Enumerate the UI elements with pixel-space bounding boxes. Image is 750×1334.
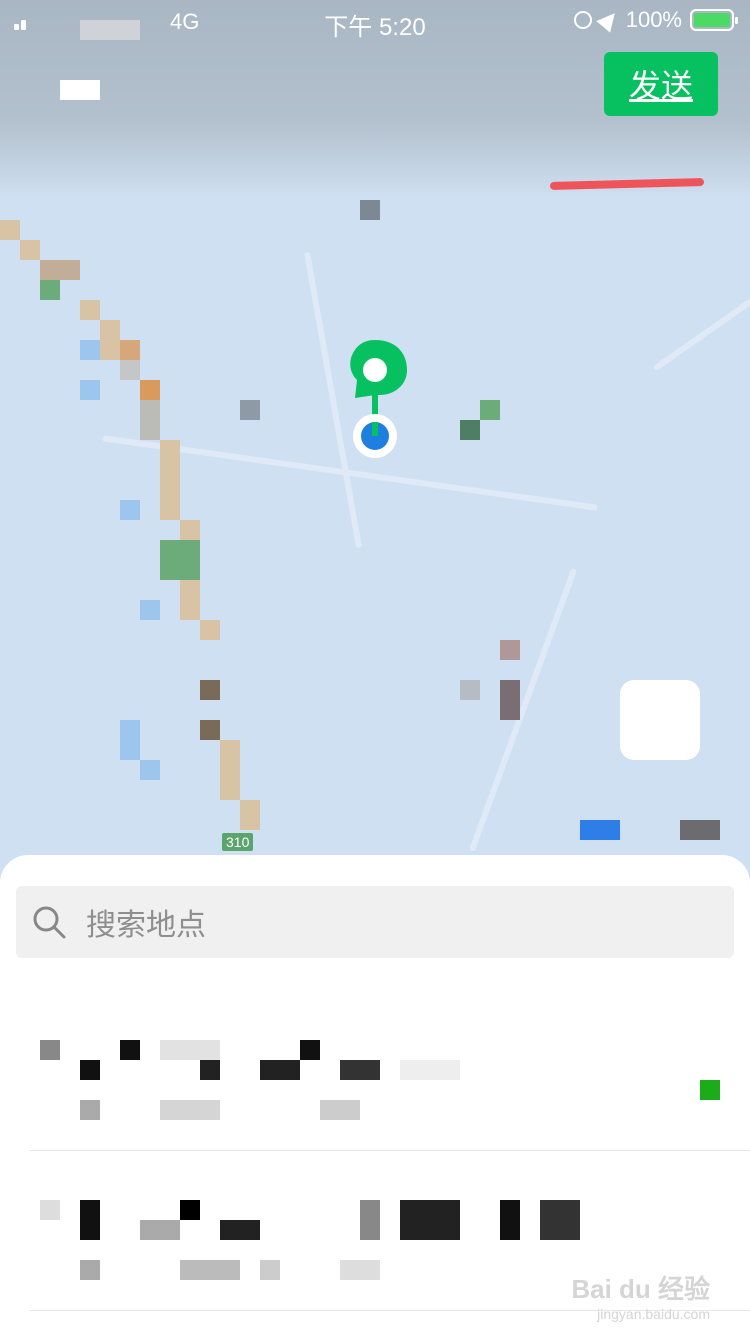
place-address <box>80 1100 100 1120</box>
search-input[interactable]: 搜索地点 <box>16 886 734 958</box>
map-tile <box>160 440 180 520</box>
map-tile <box>460 420 480 440</box>
map-tile <box>160 540 200 580</box>
place-name <box>340 1060 380 1080</box>
map-tile <box>140 380 160 400</box>
map-road <box>468 568 578 852</box>
map-tile <box>240 800 260 830</box>
map-tile <box>0 220 20 240</box>
map-tile <box>80 340 100 360</box>
place-name <box>180 1200 200 1220</box>
place-address <box>160 1100 220 1120</box>
map-tile <box>140 400 160 440</box>
place-name <box>260 1060 300 1080</box>
place-name <box>120 1040 140 1060</box>
road-number-label: 310 <box>222 833 254 851</box>
map-tile <box>500 640 520 660</box>
place-name <box>500 1200 520 1240</box>
map-tile <box>100 320 120 360</box>
place-address <box>340 1260 380 1280</box>
place-name <box>80 1060 100 1080</box>
place-name <box>300 1040 320 1060</box>
place-name <box>40 1040 60 1060</box>
place-address <box>260 1260 280 1280</box>
map-tile <box>480 400 500 420</box>
recenter-button[interactable] <box>620 680 700 760</box>
map-tile <box>580 820 620 840</box>
place-address <box>320 1100 360 1120</box>
map-tile <box>140 600 160 620</box>
map-tile <box>680 820 720 840</box>
place-name <box>220 1220 260 1240</box>
map-tile <box>40 260 80 280</box>
map-tile <box>200 620 220 640</box>
place-name <box>40 1200 60 1220</box>
map-view[interactable]: 310 <box>0 0 750 880</box>
place-name <box>140 1220 180 1240</box>
map-tile <box>460 680 480 700</box>
selected-check-icon <box>700 1080 720 1100</box>
status-bar: 4G 下午 5:20 100% <box>0 0 750 41</box>
bottom-sheet: 搜索地点 Bai du 经验 jingyan.baidu.com <box>0 855 750 1334</box>
map-tile <box>120 500 140 520</box>
battery-charging-icon <box>690 9 738 31</box>
map-tile <box>360 200 380 220</box>
map-road <box>652 274 750 372</box>
map-tile <box>140 760 160 780</box>
place-name <box>400 1060 460 1080</box>
watermark-url: jingyan.baidu.com <box>597 1306 710 1322</box>
place-name <box>540 1200 580 1240</box>
location-pin-icon <box>350 340 407 458</box>
place-name <box>80 1200 100 1240</box>
map-tile <box>220 740 240 800</box>
map-tile <box>40 280 60 300</box>
send-button[interactable]: 发送 <box>604 52 718 116</box>
map-tile <box>120 340 140 360</box>
map-tile <box>180 520 200 540</box>
place-address <box>80 1260 100 1280</box>
map-tile <box>120 720 140 760</box>
place-address <box>180 1260 240 1280</box>
place-name <box>160 1040 220 1060</box>
map-tile <box>120 360 140 380</box>
watermark-brand: Bai du 经验 <box>571 1274 710 1304</box>
list-item[interactable] <box>30 1005 750 1151</box>
place-name <box>400 1200 460 1240</box>
place-name <box>360 1200 380 1240</box>
map-tile <box>500 680 520 720</box>
map-tile <box>240 400 260 420</box>
cancel-button[interactable] <box>60 80 100 100</box>
map-tile <box>200 720 220 740</box>
map-tile <box>180 580 200 620</box>
orientation-lock-icon <box>573 11 592 29</box>
map-tile <box>80 300 100 320</box>
search-placeholder: 搜索地点 <box>86 909 206 942</box>
search-icon <box>33 906 66 939</box>
location-arrow-icon <box>596 7 622 33</box>
battery-percent: 100% <box>625 7 682 32</box>
watermark: Bai du 经验 jingyan.baidu.com <box>571 1269 710 1322</box>
map-tile <box>20 240 40 260</box>
place-name <box>200 1060 220 1080</box>
map-tile <box>80 380 100 400</box>
map-tile <box>200 680 220 700</box>
